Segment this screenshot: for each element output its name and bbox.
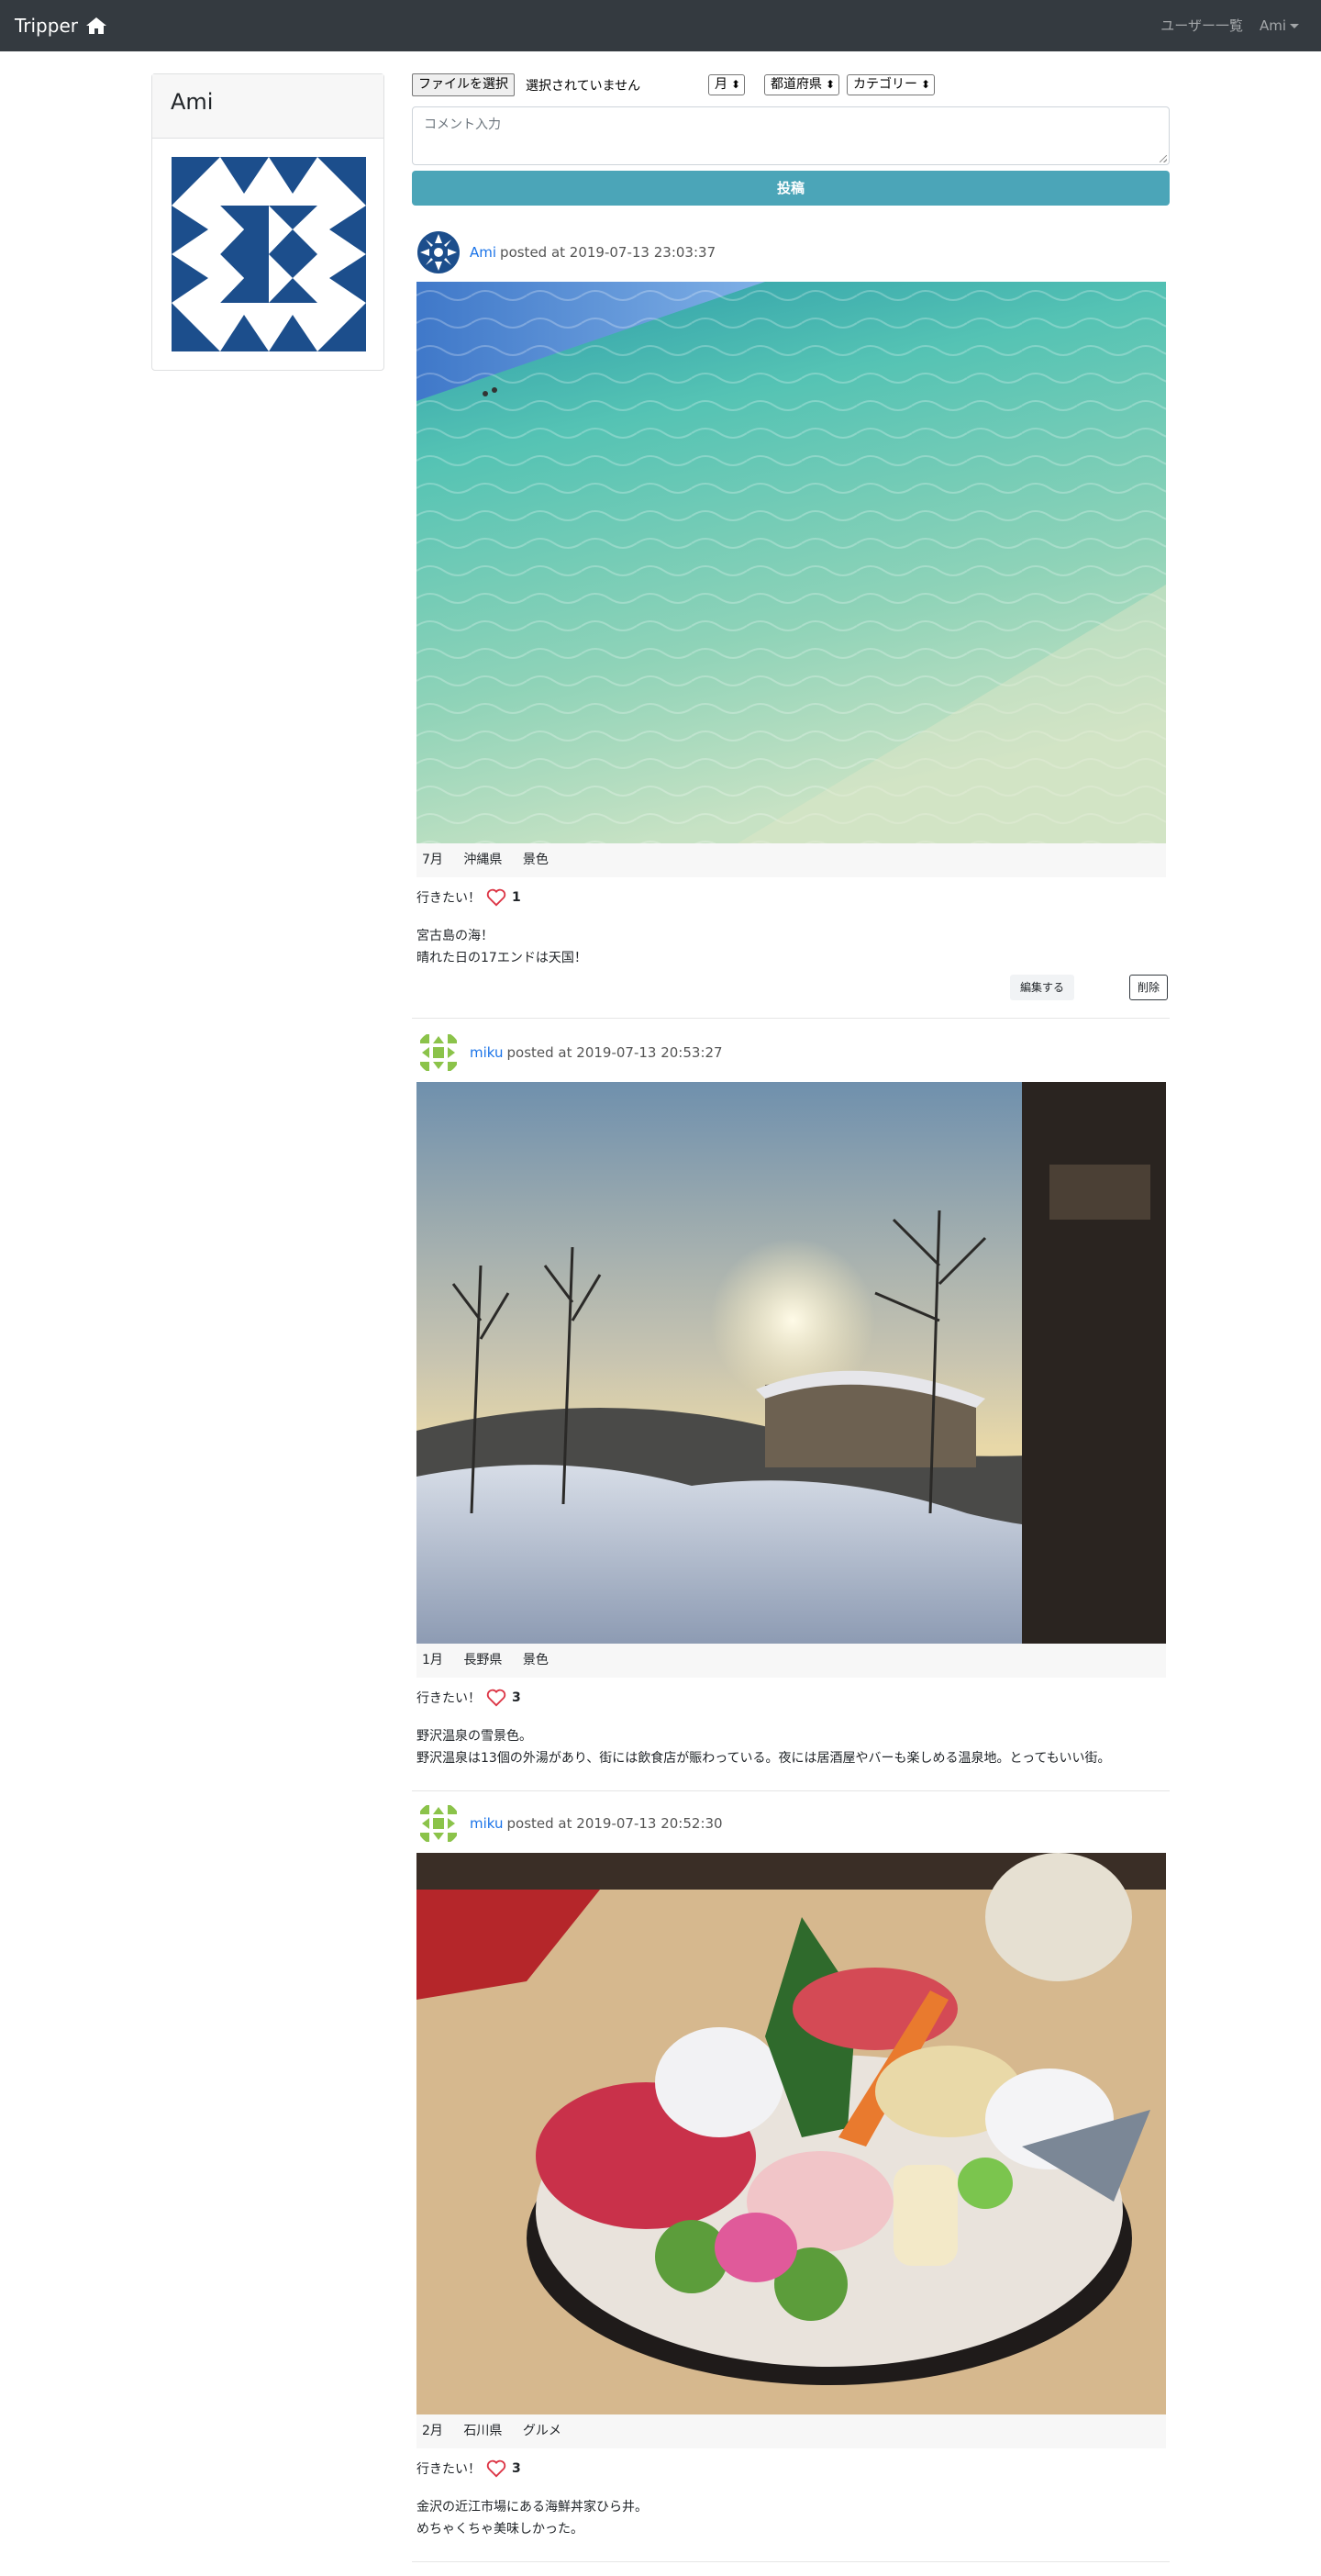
- tag-prefecture: 長野県: [463, 1653, 503, 1667]
- like-row: 行きたい！ 3: [416, 2459, 521, 2478]
- tag-category: 景色: [522, 1653, 549, 1667]
- post-header: miku posted at 2019-07-13 20:52:30: [416, 1801, 723, 1846]
- post-timestamp: posted at 2019-07-13 20:53:27: [506, 1044, 723, 1061]
- post-card: miku posted at 2019-07-13 20:53:27 1月 長野…: [412, 1030, 1170, 1791]
- resize-handle-icon[interactable]: [1160, 155, 1167, 162]
- like-row: 行きたい！ 3: [416, 1689, 521, 1707]
- comment-textarea[interactable]: コメント入力: [412, 106, 1170, 165]
- post-timestamp: posted at 2019-07-13 23:03:37: [500, 244, 716, 261]
- post-photo-sea: [416, 282, 1166, 843]
- post-photo-snow: [416, 1082, 1166, 1644]
- tag-month: 2月: [422, 2424, 443, 2438]
- caret-down-icon: [1290, 23, 1299, 28]
- profile-card: Ami: [151, 73, 384, 371]
- post-divider: [412, 1790, 1170, 1791]
- user-menu-dropdown[interactable]: Ami: [1260, 16, 1299, 36]
- tag-category: グルメ: [522, 2424, 561, 2438]
- post-card: miku posted at 2019-07-13 20:52:30 2月 石川…: [412, 1801, 1170, 2562]
- month-select-value: 月: [715, 77, 727, 92]
- post-header: Ami posted at 2019-07-13 23:03:37: [416, 229, 716, 275]
- user-menu-label: Ami: [1259, 17, 1286, 34]
- navbar: Tripper ユーザー一覧 Ami: [0, 0, 1321, 51]
- brand-link[interactable]: Tripper: [15, 13, 107, 39]
- post-card: Ami posted at 2019-07-13 23:03:37 7月 沖縄県…: [412, 229, 1170, 1019]
- post-text-line: 宮古島の海！: [416, 929, 494, 943]
- post-header: miku posted at 2019-07-13 20:53:27: [416, 1030, 723, 1076]
- tag-month: 1月: [422, 1653, 443, 1667]
- post-form-row: ファイルを選択 選択されていません 月 都道府県 カテゴリー: [412, 73, 1170, 97]
- post-body: 野沢温泉の雪景色。 野沢温泉は13個の外湯があり、街には飲食店が賑わっている。夜…: [416, 1725, 1110, 1769]
- like-count: 3: [512, 2461, 521, 2476]
- file-status: 選択されていません: [526, 79, 641, 94]
- prefecture-select-value: 都道府県: [771, 77, 822, 92]
- post-text-line: 晴れた日の17エンドは天国！: [416, 951, 587, 965]
- like-row: 行きたい！ 1: [416, 888, 521, 907]
- submit-post-button[interactable]: 投稿: [412, 171, 1170, 206]
- tag-prefecture: 石川県: [463, 2424, 503, 2438]
- post-divider: [412, 1018, 1170, 1019]
- category-select-value: カテゴリー: [853, 77, 917, 92]
- post-timestamp: posted at 2019-07-13 20:52:30: [506, 1815, 723, 1832]
- delete-post-button[interactable]: 削除: [1128, 975, 1168, 1000]
- post-username-link[interactable]: miku: [470, 1044, 504, 1061]
- post-tags: 7月 沖縄県 景色: [416, 843, 1166, 877]
- tag-prefecture: 沖縄県: [463, 853, 503, 867]
- profile-name: Ami: [152, 74, 383, 139]
- prefecture-select[interactable]: 都道府県: [764, 74, 839, 95]
- post-text-line: めちゃくちゃ美味しかった。: [416, 2522, 583, 2537]
- like-label: 行きたい！: [416, 1691, 481, 1706]
- like-label: 行きたい！: [416, 2462, 481, 2477]
- heart-icon[interactable]: [486, 2459, 506, 2478]
- tag-category: 景色: [522, 853, 549, 867]
- post-username-link[interactable]: miku: [470, 1815, 504, 1832]
- edit-post-button[interactable]: 編集する: [1009, 975, 1074, 1000]
- like-count: 1: [512, 890, 521, 905]
- post-tags: 1月 長野県 景色: [416, 1644, 1166, 1678]
- brand-name: Tripper: [15, 15, 78, 37]
- user-avatar[interactable]: [416, 1031, 461, 1075]
- users-list-link[interactable]: ユーザー一覧: [1160, 16, 1243, 36]
- like-label: 行きたい！: [416, 891, 481, 906]
- month-select[interactable]: 月: [708, 74, 745, 95]
- post-text-line: 野沢温泉の雪景色。: [416, 1729, 532, 1744]
- post-photo-seafood-bowl: [416, 1853, 1166, 2414]
- post-tags: 2月 石川県 グルメ: [416, 2414, 1166, 2448]
- post-body: 金沢の近江市場にある海鮮丼家ひら井。 めちゃくちゃ美味しかった。: [416, 2496, 648, 2540]
- category-select[interactable]: カテゴリー: [847, 74, 935, 95]
- tag-month: 7月: [422, 853, 443, 867]
- post-divider: [412, 2561, 1170, 2562]
- post-text-line: 金沢の近江市場にある海鮮丼家ひら井。: [416, 2500, 648, 2515]
- post-body: 宮古島の海！ 晴れた日の17エンドは天国！: [416, 925, 587, 969]
- user-avatar[interactable]: [416, 1801, 461, 1846]
- like-count: 3: [512, 1690, 521, 1705]
- post-text-line: 野沢温泉は13個の外湯があり、街には飲食店が賑わっている。夜には居酒屋やバーも楽…: [416, 1751, 1111, 1766]
- profile-avatar: [172, 157, 366, 351]
- heart-icon[interactable]: [486, 888, 506, 907]
- comment-placeholder: コメント入力: [424, 117, 501, 132]
- home-icon: [85, 17, 106, 34]
- heart-icon[interactable]: [486, 1689, 506, 1707]
- user-avatar[interactable]: [416, 230, 461, 274]
- file-select-button[interactable]: ファイルを選択: [412, 73, 515, 96]
- post-username-link[interactable]: Ami: [470, 244, 496, 261]
